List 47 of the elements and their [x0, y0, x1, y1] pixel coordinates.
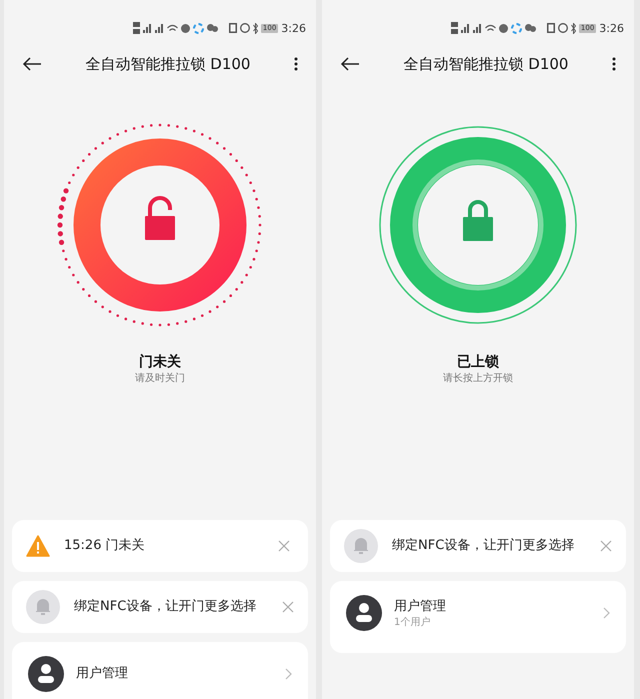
ring-icon — [510, 22, 522, 34]
notification-text: 绑定NFC设备，让开门更多选择 — [74, 598, 258, 616]
sim-icon — [450, 22, 458, 34]
signal-icon — [142, 23, 152, 33]
chevron-icon — [285, 668, 292, 680]
sim-icon — [132, 22, 140, 34]
notification-text: 绑定NFC设备，让开门更多选择 — [392, 537, 576, 555]
nfc-icon — [546, 23, 555, 33]
bell-icon — [26, 590, 60, 624]
user-icon — [346, 595, 382, 631]
menu-item[interactable]: 用户管理 1个用户 — [346, 593, 610, 633]
user-icon — [28, 656, 64, 692]
nfc-icon — [228, 23, 237, 33]
more-options-icon[interactable] — [612, 57, 616, 71]
menu-item-subtitle: 1个用户 — [394, 616, 432, 628]
dot-icon — [498, 24, 508, 32]
wifi-icon — [166, 24, 178, 32]
back-arrow-icon[interactable] — [22, 57, 42, 71]
bluetooth-icon — [570, 22, 576, 34]
bell-icon — [344, 529, 378, 563]
page-title: 全自动智能推拉锁 D100 — [402, 54, 570, 75]
chevron-icon — [603, 607, 610, 619]
ring-icon — [192, 22, 204, 34]
chat-icon — [524, 24, 536, 32]
menu-item[interactable]: 用户管理 — [28, 654, 292, 694]
lock-hint: 请及时关门 — [135, 372, 185, 386]
wifi-icon — [484, 24, 496, 32]
bluetooth-icon — [252, 22, 258, 34]
notification-text: 15:26 门未关 — [64, 537, 146, 555]
warning-icon — [26, 535, 50, 557]
signal-icon — [472, 23, 482, 33]
lock-status: 已上锁 — [457, 353, 499, 372]
lock-hint: 请长按上方开锁 — [443, 372, 513, 386]
chat-icon — [206, 24, 218, 32]
signal-icon — [460, 23, 470, 33]
signal-icon — [154, 23, 164, 33]
status-time: 3:26 — [281, 22, 306, 34]
menu-item-title: 用户管理 — [76, 665, 129, 683]
more-options-icon[interactable] — [294, 57, 298, 71]
alarm-icon — [240, 23, 250, 33]
status-time: 3:26 — [599, 22, 624, 34]
dot-icon — [180, 24, 190, 32]
back-arrow-icon[interactable] — [340, 57, 360, 71]
menu-item-title: 用户管理 — [394, 598, 447, 616]
alarm-icon — [558, 23, 568, 33]
lock-status: 门未关 — [139, 352, 181, 372]
page-title: 全自动智能推拉锁 D100 — [84, 54, 252, 75]
